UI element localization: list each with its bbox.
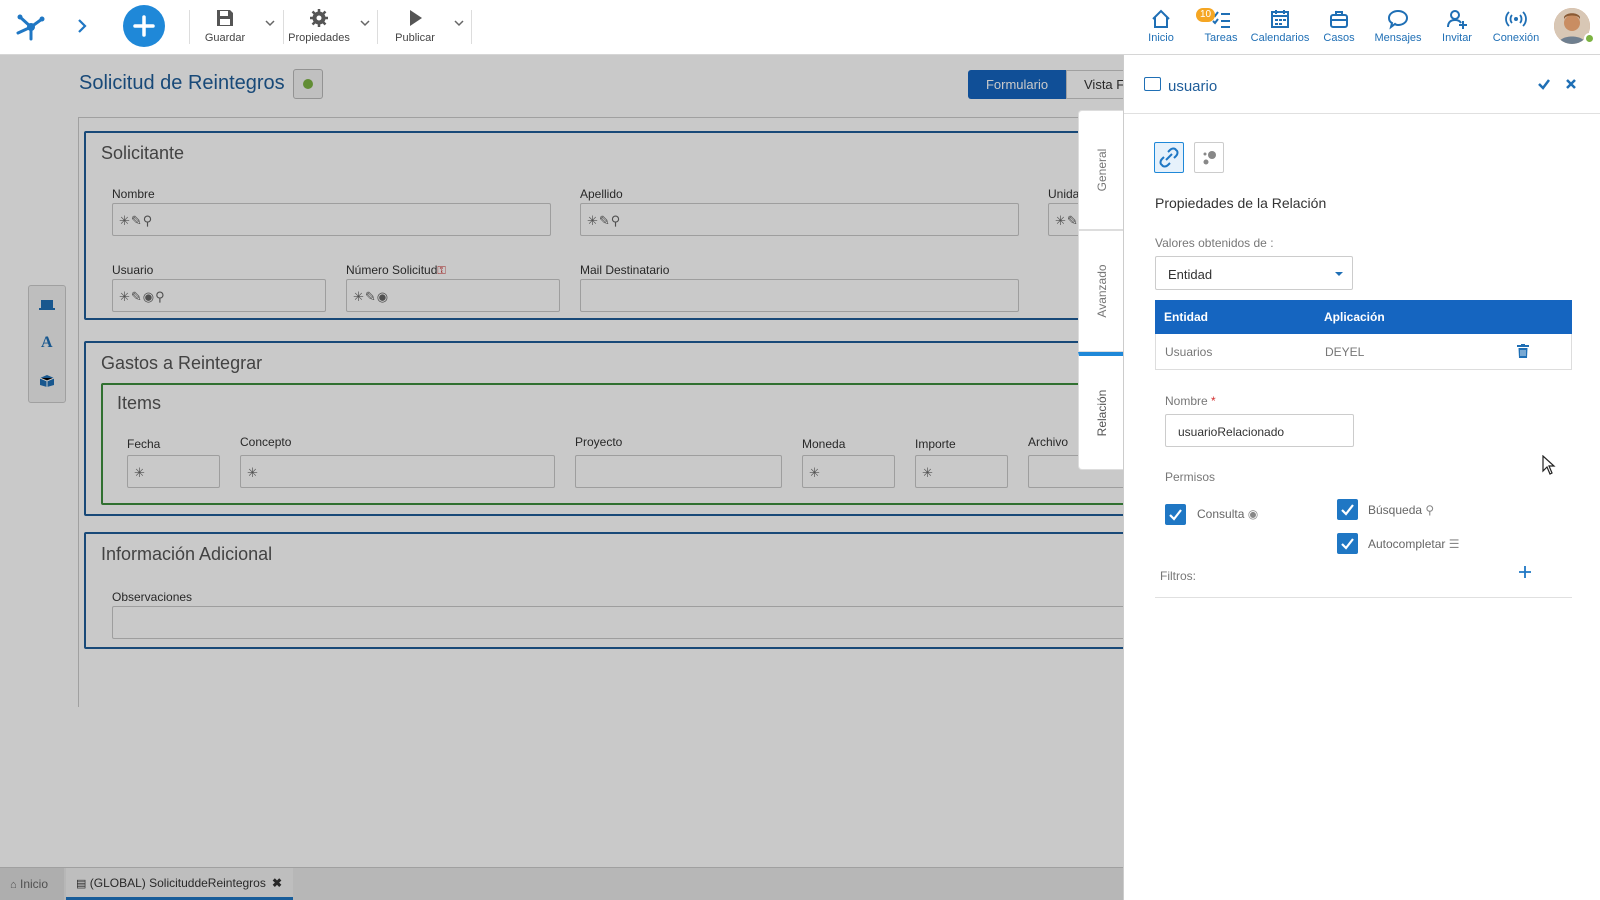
mouse-cursor-icon	[1542, 455, 1556, 475]
required-mark: *	[1211, 394, 1216, 408]
nav-conexion[interactable]: Conexión	[1481, 8, 1551, 44]
autocompletar-checkbox[interactable]	[1337, 533, 1358, 554]
calendar-icon	[1271, 10, 1289, 28]
chevron-right-icon[interactable]	[76, 18, 88, 34]
values-from-value: Entidad	[1168, 267, 1213, 282]
permisos-label: Permisos	[1165, 470, 1216, 484]
name-input-value: usuarioRelacionado	[1178, 425, 1285, 439]
side-tab-avanzado-label: Avanzado	[1094, 264, 1109, 318]
busqueda-label: Búsqueda ⚲	[1368, 503, 1434, 517]
check-icon	[1169, 509, 1182, 521]
header-divider	[1124, 113, 1600, 114]
briefcase-icon	[1330, 11, 1348, 28]
modal-backdrop[interactable]	[0, 55, 1123, 867]
filtros-label: Filtros:	[1160, 569, 1196, 583]
publish-label: Publicar	[395, 32, 435, 44]
consulta-label: Consulta ◉	[1197, 507, 1258, 521]
top-toolbar: Guardar Propiedades Publicar Inicio Tare…	[0, 0, 1600, 55]
properties-panel: usuario Propiedades de la Relación Valor…	[1123, 55, 1600, 900]
plus-icon	[133, 15, 155, 37]
tasks-badge: 10	[1196, 8, 1215, 22]
properties-dropdown-icon[interactable]	[360, 18, 370, 28]
home-icon	[1152, 9, 1170, 28]
side-tab-general[interactable]: General	[1078, 110, 1124, 230]
magnifier-icon: ⚲	[1425, 503, 1435, 517]
floppy-icon	[217, 10, 233, 26]
online-status-dot	[1584, 33, 1595, 44]
relation-graph-button[interactable]	[1194, 142, 1224, 173]
name-label-text: Nombre	[1165, 394, 1208, 408]
name-label: Nombre *	[1165, 394, 1216, 408]
eye-icon: ◉	[1247, 507, 1259, 521]
app-logo-icon[interactable]	[14, 9, 48, 43]
filters-divider	[1155, 597, 1572, 598]
publish-button[interactable]: Publicar	[392, 8, 438, 44]
col-aplicacion: Aplicación	[1324, 310, 1385, 324]
field-type-icon	[1144, 77, 1161, 91]
autocompletar-label: Autocompletar ☰	[1368, 537, 1459, 551]
side-tab-relacion[interactable]: Relación	[1078, 352, 1124, 470]
broadcast-icon	[1505, 11, 1527, 27]
gear-icon	[310, 9, 328, 27]
add-user-icon	[1447, 10, 1467, 29]
col-entidad: Entidad	[1164, 310, 1208, 324]
nav-conexion-label: Conexión	[1492, 32, 1540, 44]
name-input[interactable]: usuarioRelacionado	[1165, 414, 1354, 447]
row-entidad: Usuarios	[1165, 345, 1213, 359]
link-icon	[1159, 147, 1179, 168]
save-button[interactable]: Guardar	[200, 8, 250, 44]
values-from-label: Valores obtenidos de :	[1155, 236, 1274, 250]
row-aplicacion: DEYEL	[1325, 345, 1365, 359]
list-icon: ☰	[1448, 537, 1460, 551]
properties-button[interactable]: Propiedades	[287, 8, 351, 44]
check-icon	[1341, 504, 1354, 516]
side-tab-relacion-label: Relación	[1094, 389, 1109, 436]
nodes-icon	[1203, 151, 1216, 165]
entity-table-header: Entidad Aplicación	[1155, 300, 1572, 334]
relation-link-button[interactable]	[1154, 142, 1184, 173]
busqueda-checkbox[interactable]	[1337, 499, 1358, 520]
relation-section-title: Propiedades de la Relación	[1155, 195, 1327, 211]
close-icon[interactable]	[1564, 77, 1578, 91]
values-from-select[interactable]: Entidad	[1155, 256, 1353, 290]
publish-dropdown-icon[interactable]	[454, 18, 464, 28]
save-dropdown-icon[interactable]	[265, 18, 275, 28]
check-icon	[1341, 538, 1354, 550]
consulta-checkbox[interactable]	[1165, 504, 1186, 525]
panel-title: usuario	[1168, 78, 1218, 95]
add-button[interactable]	[123, 5, 165, 47]
table-row[interactable]: Usuarios DEYEL	[1155, 334, 1572, 370]
trash-icon[interactable]	[1517, 344, 1529, 358]
confirm-icon[interactable]	[1537, 77, 1551, 91]
save-label: Guardar	[204, 32, 246, 44]
busqueda-label-text: Búsqueda	[1368, 503, 1423, 517]
side-tab-avanzado[interactable]: Avanzado	[1078, 230, 1124, 352]
autocompletar-label-text: Autocompletar	[1368, 537, 1446, 551]
play-icon	[410, 10, 422, 26]
add-filter-icon[interactable]	[1518, 565, 1532, 579]
dropdown-arrow-icon	[1335, 272, 1343, 276]
bottom-backdrop	[0, 867, 1123, 900]
properties-label: Propiedades	[288, 32, 350, 44]
consulta-label-text: Consulta	[1197, 507, 1245, 521]
side-tab-general-label: General	[1094, 148, 1109, 192]
chat-bubble-icon	[1387, 9, 1409, 30]
